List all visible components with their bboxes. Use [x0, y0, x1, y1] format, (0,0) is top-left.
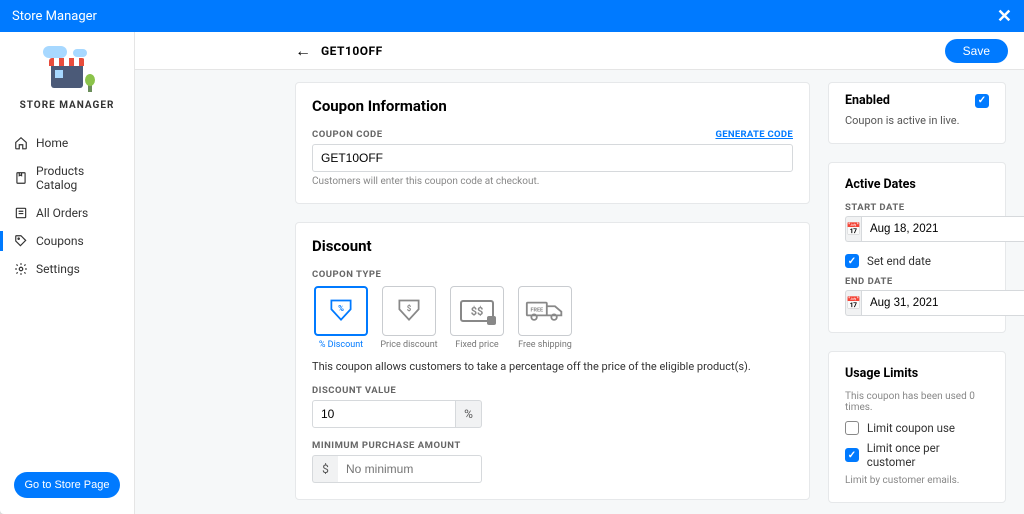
svg-text:$: $	[407, 304, 412, 313]
usage-limits-card: Usage Limits This coupon has been used 0…	[828, 351, 1006, 503]
coupon-type-percent[interactable]: % % Discount	[312, 286, 370, 350]
gear-icon	[14, 262, 28, 276]
coupon-icon	[14, 234, 28, 248]
limit-coupon-use-checkbox[interactable]	[845, 421, 859, 435]
sidebar-item-orders[interactable]: All Orders	[0, 199, 134, 227]
end-date-input[interactable]	[861, 290, 1024, 316]
active-dates-heading: Active Dates	[845, 177, 989, 192]
page-title: GET10OFF	[321, 44, 935, 58]
usage-hint: Limit by customer emails.	[845, 475, 989, 486]
free-shipping-icon: FREE	[525, 299, 565, 323]
calendar-icon: 📅	[845, 290, 861, 316]
main: ← GET10OFF Save Coupon Information COUPO…	[135, 32, 1024, 514]
fixed-price-icon: $$	[460, 300, 494, 322]
columns: Coupon Information COUPON CODE GENERATE …	[295, 82, 1006, 503]
type-label: Price discount	[380, 340, 437, 350]
discount-value-input[interactable]	[312, 400, 456, 428]
type-label: Free shipping	[518, 340, 572, 350]
limit-once-checkbox[interactable]	[845, 448, 859, 462]
end-date-label: END DATE	[845, 276, 989, 287]
sidebar-item-coupons[interactable]: Coupons	[0, 227, 134, 255]
enabled-heading: Enabled	[845, 93, 890, 108]
topbar: ← GET10OFF Save	[135, 32, 1024, 70]
coupon-type-free-shipping[interactable]: FREE Free shipping	[516, 286, 574, 350]
orders-icon	[14, 206, 28, 220]
sidebar-item-label: Coupons	[36, 234, 84, 248]
back-arrow-icon[interactable]: ←	[295, 41, 311, 61]
discount-card: Discount COUPON TYPE % % Discount $ Pric…	[295, 222, 810, 500]
coupon-code-input[interactable]	[312, 144, 793, 172]
coupon-code-label: COUPON CODE	[312, 129, 383, 140]
percent-discount-icon: %	[326, 297, 356, 325]
col-right: Enabled Coupon is active in live. Active…	[828, 82, 1006, 503]
coupon-information-card: Coupon Information COUPON CODE GENERATE …	[295, 82, 810, 204]
coupon-info-heading: Coupon Information	[312, 97, 793, 115]
window-title: Store Manager	[12, 9, 97, 24]
sidebar-item-settings[interactable]: Settings	[0, 255, 134, 283]
start-date-label: START DATE	[845, 202, 989, 213]
set-end-date-checkbox[interactable]	[845, 254, 859, 268]
enabled-status: Coupon is active in live.	[845, 114, 989, 127]
sidebar-item-products[interactable]: Products Catalog	[0, 157, 134, 199]
coupon-type-price-discount[interactable]: $ Price discount	[380, 286, 438, 350]
min-purchase-label: MINIMUM PURCHASE AMOUNT	[312, 440, 793, 451]
set-end-date-label: Set end date	[867, 254, 931, 268]
catalog-icon	[14, 171, 28, 185]
sidebar-item-label: Home	[36, 136, 68, 150]
usage-info: This coupon has been used 0 times.	[845, 391, 989, 413]
sidebar-item-home[interactable]: Home	[0, 129, 134, 157]
coupon-code-hint: Customers will enter this coupon code at…	[312, 176, 793, 187]
coupon-type-label: COUPON TYPE	[312, 269, 793, 280]
currency-addon: $	[312, 455, 338, 483]
coupon-type-fixed-price[interactable]: $$ Fixed price	[448, 286, 506, 350]
active-dates-card: Active Dates START DATE 📅 Set end date E…	[828, 162, 1006, 333]
type-label: Fixed price	[455, 340, 498, 350]
brand: STORE MANAGER	[0, 46, 134, 129]
sidebar: STORE MANAGER Home Products Catalog All …	[0, 32, 135, 514]
app-body: STORE MANAGER Home Products Catalog All …	[0, 32, 1024, 514]
usage-limits-heading: Usage Limits	[845, 366, 989, 381]
enabled-toggle[interactable]	[975, 94, 989, 108]
price-discount-icon: $	[394, 297, 424, 325]
discount-value-label: DISCOUNT VALUE	[312, 385, 793, 396]
enabled-card: Enabled Coupon is active in live.	[828, 82, 1006, 144]
discount-description: This coupon allows customers to take a p…	[312, 360, 793, 373]
home-icon	[14, 136, 28, 150]
window-titlebar: Store Manager ✕	[0, 0, 1024, 32]
type-label: % Discount	[319, 340, 363, 350]
col-left: Coupon Information COUPON CODE GENERATE …	[295, 82, 810, 500]
save-button[interactable]: Save	[945, 39, 1008, 63]
sidebar-item-label: Products Catalog	[36, 164, 120, 192]
close-icon[interactable]: ✕	[997, 6, 1012, 27]
discount-heading: Discount	[312, 237, 793, 255]
limit-once-label: Limit once per customer	[867, 441, 989, 469]
sidebar-nav: Home Products Catalog All Orders Coupons…	[0, 129, 134, 283]
content: Coupon Information COUPON CODE GENERATE …	[135, 70, 1024, 514]
sidebar-item-label: Settings	[36, 262, 80, 276]
percent-addon: %	[456, 400, 482, 428]
coupon-type-group: % % Discount $ Price discount $$ Fixed p…	[312, 286, 793, 350]
limit-coupon-use-label: Limit coupon use	[867, 421, 955, 435]
app-shell: Store Manager ✕ STORE MANAGER Home Produ…	[0, 0, 1024, 514]
generate-code-link[interactable]: GENERATE CODE	[715, 129, 793, 140]
min-purchase-input[interactable]	[338, 455, 482, 483]
store-logo-icon	[39, 46, 95, 92]
goto-store-button[interactable]: Go to Store Page	[14, 472, 120, 498]
brand-label: STORE MANAGER	[20, 100, 115, 111]
svg-text:FREE: FREE	[531, 308, 544, 314]
calendar-icon: 📅	[845, 216, 861, 242]
sidebar-item-label: All Orders	[36, 206, 88, 220]
start-date-input[interactable]	[861, 216, 1024, 242]
svg-text:%: %	[338, 304, 344, 313]
